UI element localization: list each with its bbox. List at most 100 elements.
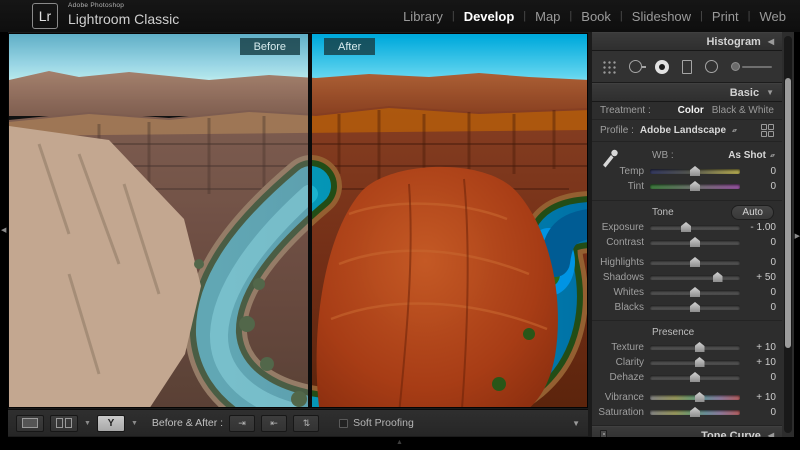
slider-knob[interactable] bbox=[690, 166, 700, 176]
slider-track[interactable] bbox=[650, 290, 740, 295]
copy-before-to-after-button[interactable]: ⇥ bbox=[229, 415, 255, 432]
scrollbar-thumb[interactable] bbox=[785, 78, 791, 348]
module-separator: | bbox=[700, 10, 703, 22]
slider-label: Texture bbox=[592, 342, 650, 353]
slider-knob[interactable] bbox=[695, 342, 705, 352]
treatment-bw-button[interactable]: Black & White bbox=[712, 105, 774, 116]
wb-dropdown-icon[interactable]: ▴▾ bbox=[770, 152, 774, 159]
before-image[interactable] bbox=[9, 34, 308, 408]
soft-proofing-label: Soft Proofing bbox=[353, 417, 414, 429]
slider-knob[interactable] bbox=[681, 222, 691, 232]
graduated-filter-icon[interactable] bbox=[682, 60, 692, 74]
compare-view-icon bbox=[56, 418, 72, 428]
module-separator: | bbox=[569, 10, 572, 22]
slider-knob[interactable] bbox=[695, 357, 705, 367]
compare-view-dropdown-icon[interactable]: ▼ bbox=[84, 420, 91, 427]
slider-dehaze: Dehaze0 bbox=[592, 370, 782, 385]
right-edge-strip[interactable]: ▶ bbox=[794, 32, 800, 450]
slider-track[interactable] bbox=[650, 305, 740, 310]
left-panel-expand-arrow-icon[interactable]: ◀ bbox=[1, 226, 6, 234]
filmstrip-collapsed-bar[interactable]: ▲ bbox=[0, 437, 800, 450]
develop-toolbar: ▼ Y ▼ Before & After : ⇥ ⇤ ⇅ Soft Proofi… bbox=[8, 409, 588, 436]
slider-knob[interactable] bbox=[690, 237, 700, 247]
slider-knob[interactable] bbox=[690, 181, 700, 191]
soft-proofing-checkbox[interactable] bbox=[339, 419, 348, 428]
top-bar: Lr Adobe Photoshop Lightroom Classic Lib… bbox=[0, 0, 800, 32]
before-after-dropdown-icon[interactable]: ▼ bbox=[131, 420, 138, 427]
swap-before-after-button[interactable]: ⇅ bbox=[293, 415, 319, 432]
right-panel: Histogram ◀ Basic ▼ Treatment : Color Bl… bbox=[592, 32, 794, 437]
crop-overlay-icon[interactable] bbox=[602, 60, 616, 74]
module-library[interactable]: Library bbox=[403, 9, 443, 24]
slider-track[interactable] bbox=[650, 260, 740, 265]
slider-highlights: Highlights0 bbox=[592, 255, 782, 270]
compare-view-button[interactable] bbox=[50, 415, 78, 432]
slider-track[interactable] bbox=[650, 184, 740, 189]
right-panel-arrow-icon[interactable]: ▶ bbox=[795, 232, 800, 240]
copy-after-to-before-button[interactable]: ⇤ bbox=[261, 415, 287, 432]
module-map[interactable]: Map bbox=[535, 9, 560, 24]
adjustment-brush-icon[interactable] bbox=[731, 62, 772, 71]
slider-knob[interactable] bbox=[690, 287, 700, 297]
left-panel-collapsed-strip[interactable]: ◀ bbox=[0, 32, 8, 450]
red-eye-icon[interactable] bbox=[655, 60, 669, 74]
before-badge: Before bbox=[240, 38, 300, 55]
app-subtitle: Adobe Photoshop bbox=[68, 3, 179, 10]
slider-track[interactable] bbox=[650, 225, 740, 230]
auto-tone-button[interactable]: Auto bbox=[731, 205, 774, 220]
module-slideshow[interactable]: Slideshow bbox=[632, 9, 691, 24]
slider-value: + 10 bbox=[740, 392, 776, 403]
slider-track[interactable] bbox=[650, 240, 740, 245]
slider-track[interactable] bbox=[650, 395, 740, 400]
module-web[interactable]: Web bbox=[760, 9, 787, 24]
slider-track[interactable] bbox=[650, 169, 740, 174]
slider-clarity: Clarity+ 10 bbox=[592, 355, 782, 370]
after-badge: After bbox=[324, 38, 375, 55]
slider-track[interactable] bbox=[650, 345, 740, 350]
slider-value: + 10 bbox=[740, 342, 776, 353]
slider-knob[interactable] bbox=[695, 392, 705, 402]
profile-browser-icon[interactable] bbox=[761, 124, 774, 137]
white-balance-eyedropper-icon[interactable] bbox=[600, 148, 620, 173]
slider-track[interactable] bbox=[650, 410, 740, 415]
profile-select[interactable]: Adobe Landscape bbox=[640, 125, 726, 136]
slider-texture: Texture + 10 bbox=[592, 340, 782, 355]
radial-filter-icon[interactable] bbox=[705, 60, 718, 73]
module-book[interactable]: Book bbox=[581, 9, 611, 24]
app-title: Lightroom Classic bbox=[68, 12, 179, 26]
slider-tint: Tint0 bbox=[592, 179, 782, 194]
slider-knob[interactable] bbox=[690, 302, 700, 312]
slider-label: Tint bbox=[592, 181, 650, 192]
loupe-view-button[interactable] bbox=[16, 415, 44, 432]
toolbar-overflow-chevron-icon[interactable]: ▼ bbox=[572, 419, 580, 428]
before-after-view[interactable]: Before After bbox=[8, 33, 588, 408]
slider-track[interactable] bbox=[650, 275, 740, 280]
slider-value: 0 bbox=[740, 287, 776, 298]
slider-track[interactable] bbox=[650, 375, 740, 380]
slider-knob[interactable] bbox=[713, 272, 723, 282]
slider-track[interactable] bbox=[650, 360, 740, 365]
slider-value: - 1.00 bbox=[740, 222, 776, 233]
slider-knob[interactable] bbox=[690, 372, 700, 382]
module-develop[interactable]: Develop bbox=[464, 9, 515, 24]
wb-select[interactable]: As Shot bbox=[728, 150, 766, 161]
profile-dropdown-icon[interactable]: ▴▾ bbox=[732, 127, 736, 134]
spot-removal-icon[interactable] bbox=[629, 60, 642, 73]
slider-whites: Whites0 bbox=[592, 285, 782, 300]
basic-panel-header[interactable]: Basic ▼ bbox=[592, 83, 782, 102]
expand-arrow-icon: ▼ bbox=[766, 88, 774, 97]
swap-icon: ⇅ bbox=[303, 418, 310, 429]
module-print[interactable]: Print bbox=[712, 9, 739, 24]
treatment-color-button[interactable]: Color bbox=[678, 105, 704, 116]
histogram-panel-header[interactable]: Histogram ◀ bbox=[592, 32, 782, 51]
panel-scrollbar[interactable] bbox=[784, 36, 792, 433]
module-separator: | bbox=[523, 10, 526, 22]
soft-proofing-toggle[interactable]: Soft Proofing bbox=[339, 417, 414, 429]
slider-label: Exposure bbox=[592, 222, 650, 233]
slider-knob[interactable] bbox=[690, 257, 700, 267]
slider-knob[interactable] bbox=[690, 407, 700, 417]
filmstrip-reveal-arrow-icon[interactable]: ▲ bbox=[396, 439, 403, 446]
split-divider[interactable] bbox=[308, 34, 312, 408]
before-after-view-button[interactable]: Y bbox=[97, 415, 125, 432]
after-image[interactable] bbox=[312, 34, 588, 408]
